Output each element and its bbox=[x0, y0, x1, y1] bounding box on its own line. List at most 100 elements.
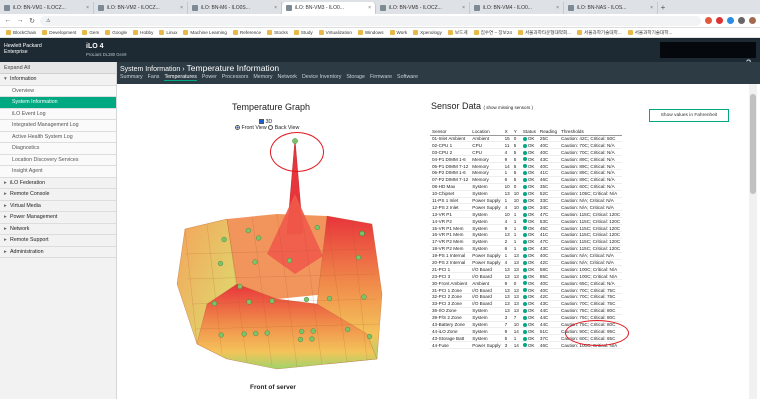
sensor-marker[interactable] bbox=[366, 333, 373, 340]
sensor-marker[interactable] bbox=[255, 235, 262, 241]
close-tab-icon[interactable]: × bbox=[86, 5, 89, 11]
sensor-marker[interactable] bbox=[361, 294, 367, 300]
column-header[interactable]: Sensor bbox=[430, 128, 471, 136]
sensor-marker[interactable] bbox=[246, 299, 252, 305]
tab-power[interactable]: Power bbox=[202, 74, 217, 81]
browser-tab[interactable]: iLO: BN-M6 - ILO0S... × bbox=[188, 2, 282, 14]
sidebar-item-system-information[interactable]: System Information bbox=[0, 97, 116, 109]
browser-tab[interactable]: iLO: BN-VM4 - ILO0... × bbox=[470, 2, 564, 14]
tab-software[interactable]: Software bbox=[397, 74, 418, 81]
browser-tab[interactable]: iLO: BN-VM3 - ILO0... × bbox=[282, 2, 376, 14]
sensor-marker[interactable] bbox=[303, 296, 310, 303]
bookmark-item[interactable]: Machine Learning bbox=[183, 30, 227, 35]
show-missing-link[interactable]: ( show missing sensors ) bbox=[484, 105, 534, 110]
sensor-marker[interactable] bbox=[264, 330, 270, 336]
sidebar-item-information[interactable]: ▾ Information bbox=[0, 74, 116, 86]
browser-tab[interactable]: iLO: BN-VM1 - ILOCZ... × bbox=[0, 2, 94, 14]
bookmark-item[interactable]: Work bbox=[389, 30, 407, 35]
sensor-marker[interactable] bbox=[221, 236, 227, 243]
sensor-marker[interactable] bbox=[211, 300, 218, 307]
column-header[interactable]: Status bbox=[520, 128, 538, 136]
scrollbar-thumb[interactable] bbox=[750, 94, 756, 194]
bookmark-item[interactable]: Google bbox=[105, 30, 127, 35]
close-tab-icon[interactable]: × bbox=[368, 5, 371, 11]
bookmark-item[interactable]: Reference bbox=[232, 30, 261, 35]
expand-all-link[interactable]: Expand All bbox=[0, 62, 116, 74]
browser-tab[interactable]: iLO: BN-VM2 - ILOCZ... × bbox=[94, 2, 188, 14]
sensor-marker[interactable] bbox=[355, 254, 362, 261]
browser-tab[interactable]: iLO: BN-NAS - ILOS... × bbox=[564, 2, 658, 14]
close-tab-icon[interactable]: × bbox=[556, 5, 559, 11]
sidebar-item-network[interactable]: ▸ Network bbox=[0, 224, 116, 235]
bookmark-item[interactable]: Stocks bbox=[267, 30, 288, 35]
url-field[interactable]: ⚠ bbox=[40, 15, 701, 26]
bookmark-item[interactable]: Linux bbox=[159, 30, 177, 35]
sensor-marker[interactable] bbox=[310, 328, 316, 334]
sensor-marker[interactable] bbox=[218, 332, 224, 338]
front-view-radio[interactable] bbox=[235, 125, 240, 131]
bookmark-item[interactable]: 서울과학기술대학... bbox=[627, 30, 672, 36]
close-tab-icon[interactable]: × bbox=[180, 5, 183, 11]
tab-fans[interactable]: Fans bbox=[148, 74, 160, 81]
checkbox-icon[interactable] bbox=[259, 119, 264, 125]
sidebar-item-integrated-management-log[interactable]: Integrated Management Log bbox=[0, 120, 116, 132]
sidebar-item-location-discovery-services[interactable]: Location Discovery Services bbox=[0, 154, 116, 166]
tab-device-inventory[interactable]: Device Inventory bbox=[302, 74, 341, 81]
sensor-marker[interactable] bbox=[314, 224, 320, 231]
sidebar-item-insight-agent[interactable]: Insight Agent bbox=[0, 166, 116, 178]
tab-storage[interactable]: Storage bbox=[346, 74, 365, 81]
sensor-marker[interactable] bbox=[299, 328, 305, 335]
column-header[interactable]: Y bbox=[511, 128, 521, 136]
bookmark-item[interactable]: Windows bbox=[357, 30, 384, 35]
column-header[interactable]: X bbox=[502, 128, 512, 136]
back-icon[interactable]: ← bbox=[4, 17, 12, 24]
tab-firmware[interactable]: Firmware bbox=[370, 74, 392, 81]
tab-summary[interactable]: Summary bbox=[120, 74, 143, 81]
bookmark-item[interactable]: Gem bbox=[82, 30, 99, 35]
sensor-marker[interactable] bbox=[252, 259, 258, 265]
fahrenheit-button[interactable]: Show values in Fahrenheit bbox=[649, 109, 729, 122]
sidebar-item-ilo-event-log[interactable]: iLO Event Log bbox=[0, 108, 116, 120]
sidebar-item-virtual-media[interactable]: ▸ Virtual Media bbox=[0, 201, 116, 212]
sidebar-item-ilo-federation[interactable]: ▸ iLO Federation bbox=[0, 178, 116, 189]
tab-memory[interactable]: Memory bbox=[253, 74, 272, 81]
sidebar-item-remote-console[interactable]: ▸ Remote Console bbox=[0, 189, 116, 201]
bookmark-item[interactable]: 서울과학기술대학... bbox=[577, 30, 622, 36]
bookmark-item[interactable]: Xpenology bbox=[413, 30, 442, 35]
tab-processors[interactable]: Processors bbox=[222, 74, 249, 81]
close-tab-icon[interactable]: × bbox=[274, 5, 277, 11]
sidebar-item-overview[interactable]: Overview bbox=[0, 85, 116, 97]
bookmark-item[interactable]: Development bbox=[42, 30, 76, 35]
back-view-radio[interactable] bbox=[268, 125, 274, 131]
browser-tab[interactable]: iLO: BN-VM5 - ILOCZ... × bbox=[376, 2, 470, 14]
tab-temperatures[interactable]: Temperatures bbox=[164, 74, 197, 81]
sensor-marker[interactable] bbox=[345, 326, 351, 333]
tab-network[interactable]: Network bbox=[278, 74, 297, 81]
sensor-marker[interactable] bbox=[359, 230, 365, 237]
reload-icon[interactable]: ↻ bbox=[28, 17, 36, 25]
sidebar-item-diagnostics[interactable]: Diagnostics bbox=[0, 143, 116, 155]
column-header[interactable]: Thresholds bbox=[559, 128, 623, 136]
bookmark-item[interactable]: BlockChain bbox=[6, 30, 36, 35]
sensor-marker[interactable] bbox=[297, 336, 304, 343]
bookmark-item[interactable]: 보드게 bbox=[447, 30, 468, 36]
bookmark-item[interactable]: Study bbox=[293, 30, 313, 35]
sensor-marker[interactable] bbox=[245, 227, 251, 234]
sidebar-item-administration[interactable]: ▸ Administration bbox=[0, 247, 116, 258]
bookmark-item[interactable]: 서울과학타운형대약회... bbox=[517, 30, 571, 36]
sidebar-item-active-health-system-log[interactable]: Active Health System Log bbox=[0, 131, 116, 143]
sensor-marker[interactable] bbox=[309, 336, 315, 342]
close-tab-icon[interactable]: × bbox=[650, 5, 653, 11]
column-header[interactable]: Reading bbox=[537, 128, 560, 136]
sensor-marker[interactable] bbox=[241, 331, 247, 337]
sensor-marker[interactable] bbox=[269, 298, 275, 304]
sensor-marker[interactable] bbox=[237, 283, 243, 290]
bookmark-item[interactable]: 집수연 – 장보24 bbox=[473, 30, 512, 36]
column-header[interactable]: Location bbox=[470, 128, 503, 136]
temperature-3d-surface[interactable] bbox=[167, 134, 397, 384]
extension-icon[interactable] bbox=[738, 17, 745, 24]
bookmark-item[interactable]: Hobby bbox=[133, 30, 153, 35]
extension-icon[interactable] bbox=[727, 17, 734, 24]
sensor-marker[interactable] bbox=[253, 330, 259, 337]
sidebar-item-power-management[interactable]: ▸ Power Management bbox=[0, 212, 116, 224]
